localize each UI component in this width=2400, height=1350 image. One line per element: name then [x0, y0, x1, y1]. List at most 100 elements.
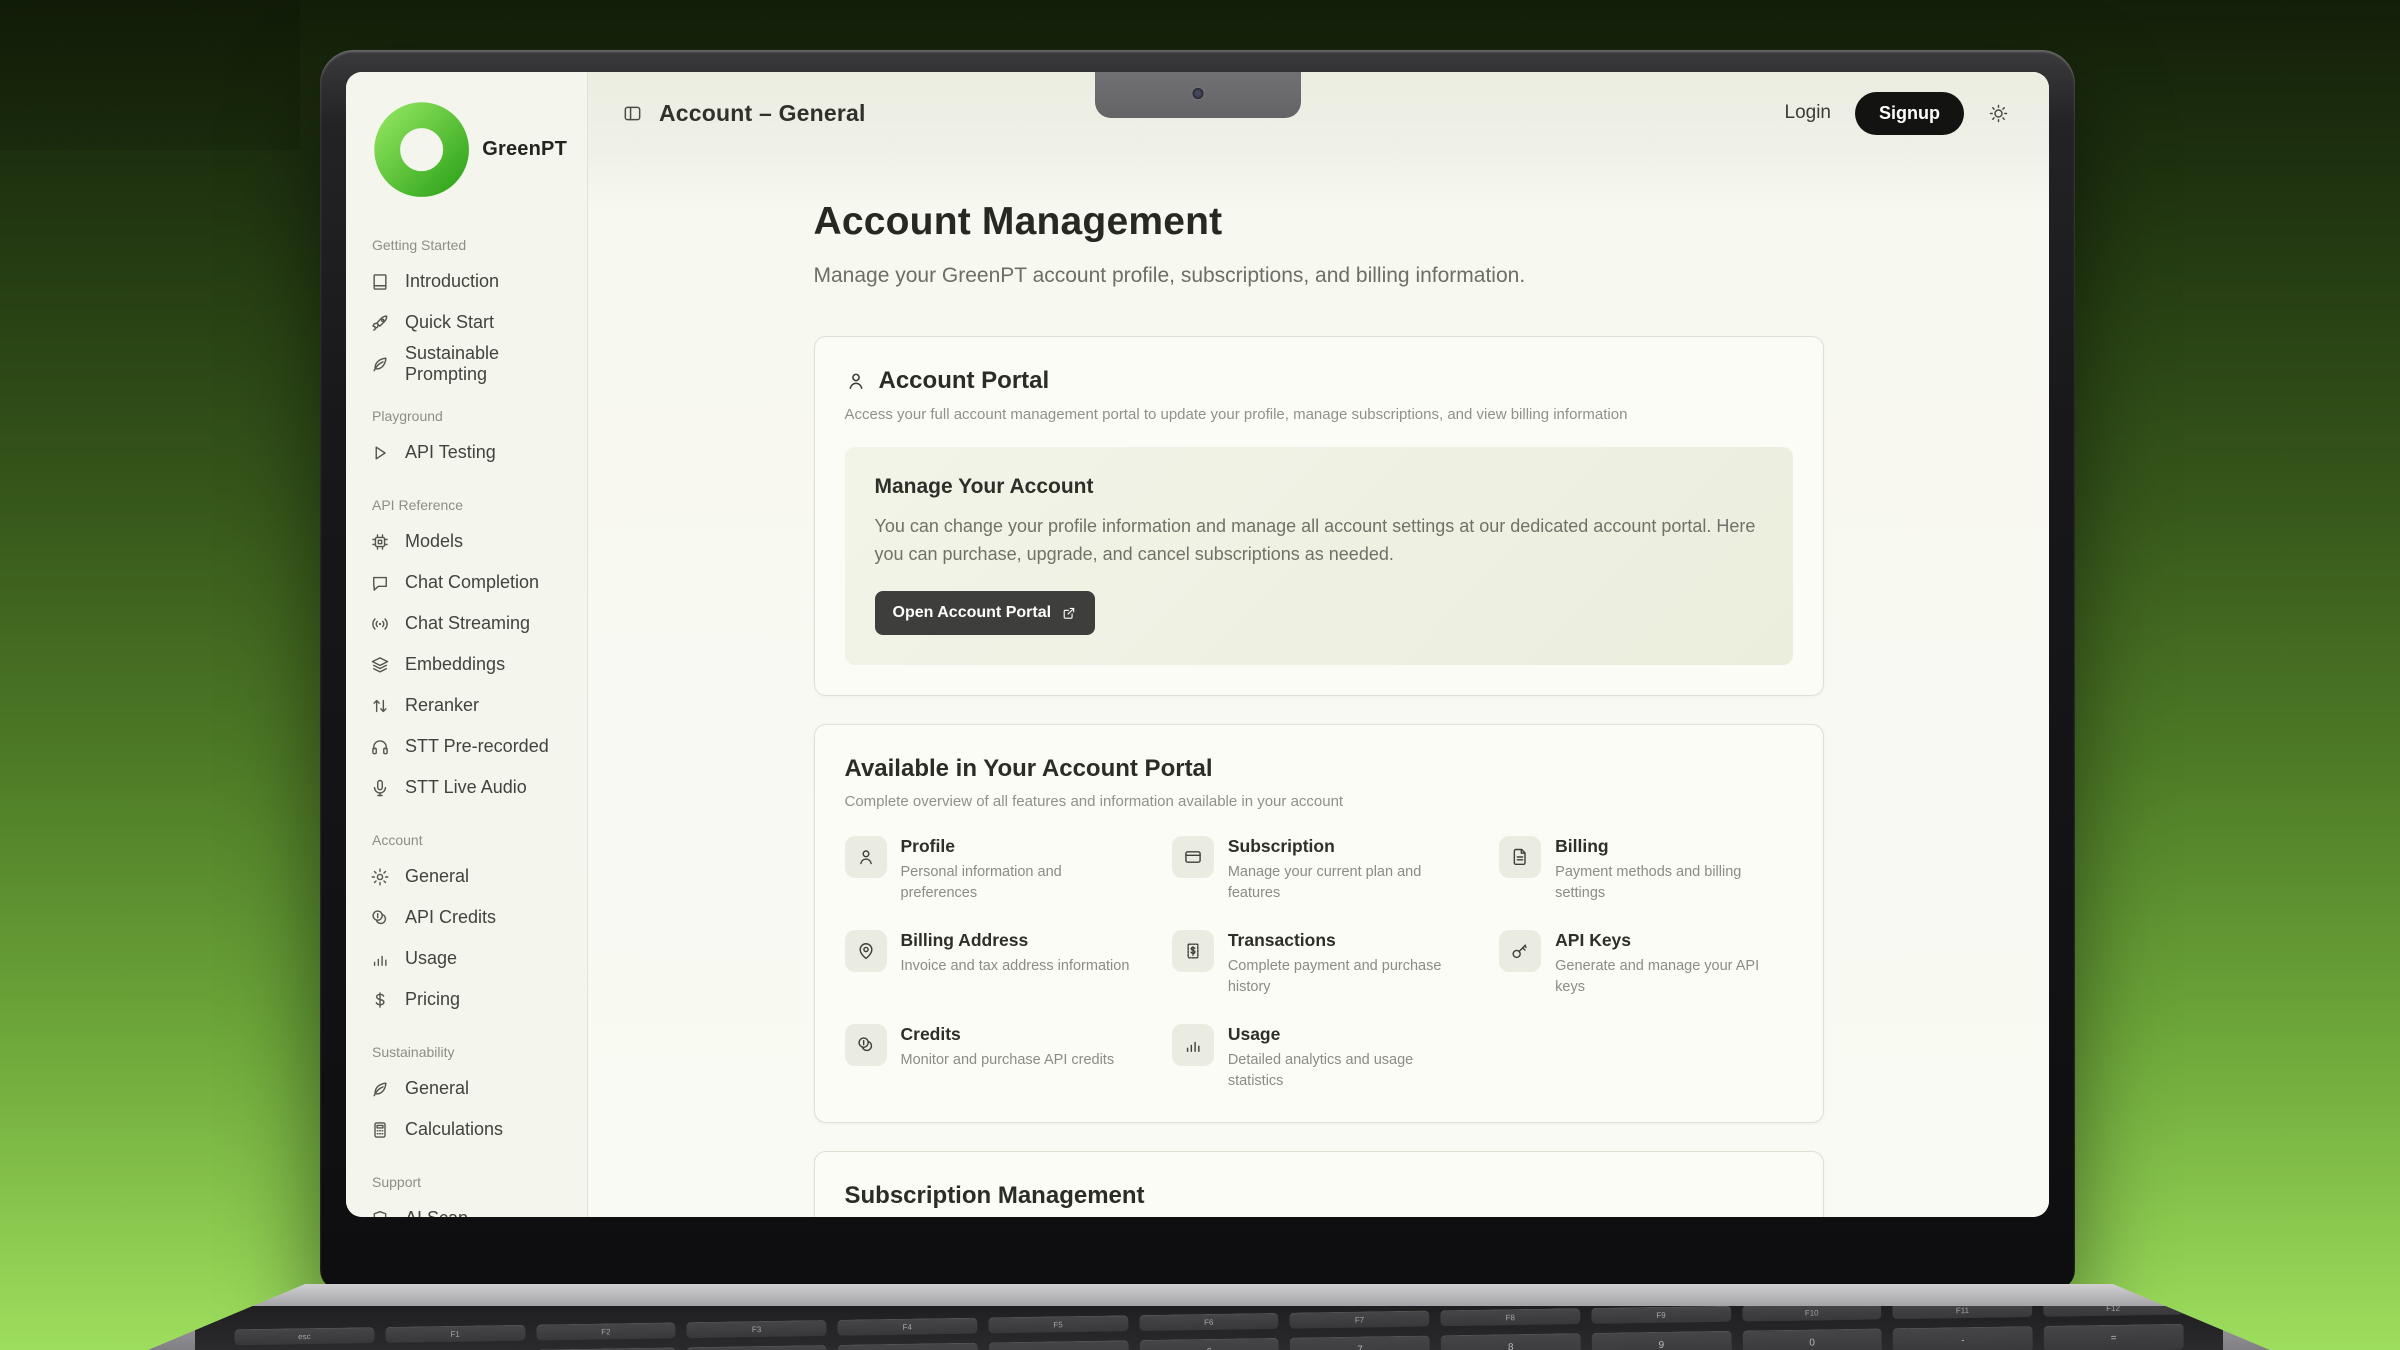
gear-icon [370, 867, 390, 887]
feature-profile: ProfilePersonal information and preferen… [845, 836, 1138, 904]
sidebar-item-label: Quick Start [405, 312, 494, 333]
leaf-icon [370, 1079, 390, 1099]
laptop-base: escF1F2F3F4F5F6F7F8F9F10F11F12`123456789… [148, 1284, 2270, 1350]
keyboard-key: F5 [988, 1315, 1128, 1333]
sun-icon[interactable] [1988, 103, 2009, 124]
external-link-icon [1061, 605, 1077, 621]
keyboard-key: F9 [1591, 1306, 1731, 1324]
feature-transactions: TransactionsComplete payment and purchas… [1172, 930, 1465, 998]
nav-section-label: Playground [370, 408, 567, 424]
feature-title: Billing [1555, 836, 1792, 857]
layers-icon [370, 655, 390, 675]
map-pin-icon [856, 941, 876, 961]
sidebar-item-label: Chat Completion [405, 572, 539, 593]
main-pane: Account – General Login Signup Account M… [588, 72, 2049, 1217]
account-portal-description: Access your full account management port… [845, 406, 1793, 423]
sidebar-item-general[interactable]: General [370, 856, 567, 897]
page-title: Account Management [814, 200, 1824, 244]
feature-billing: BillingPayment methods and billing setti… [1499, 836, 1792, 904]
nav-section-playground: Playground API Testing [370, 408, 567, 473]
sidebar-item-label: General [405, 1078, 469, 1099]
broadcast-icon [370, 614, 390, 634]
sidebar-item-quick-start[interactable]: Quick Start [370, 302, 567, 343]
keyboard-key: 5 [988, 1340, 1128, 1350]
feature-title: Profile [901, 836, 1138, 857]
keyboard-key: F2 [536, 1322, 676, 1340]
sidebar-item-introduction[interactable]: Introduction [370, 261, 567, 302]
webcam-icon [1192, 88, 1203, 99]
sidebar-item-api-credits[interactable]: API Credits [370, 897, 567, 938]
sidebar-item-stt-pre-recorded[interactable]: STT Pre-recorded [370, 726, 567, 767]
sidebar-item-label: Pricing [405, 989, 460, 1010]
sidebar-item-label: API Credits [405, 907, 496, 928]
book-icon [370, 272, 390, 292]
sidebar-item-label: Models [405, 531, 463, 552]
sidebar-nav: Getting StartedIntroductionQuick StartSu… [370, 237, 567, 1217]
sidebar-item-label: API Testing [405, 442, 496, 463]
sidebar: GreenPT Getting StartedIntroductionQuick… [346, 72, 588, 1217]
keyboard: escF1F2F3F4F5F6F7F8F9F10F11F12`123456789… [234, 1306, 2184, 1350]
coins-icon [370, 908, 390, 928]
subscription-title: Subscription Management [845, 1182, 1793, 1210]
sidebar-item-api-testing[interactable]: API Testing [370, 432, 567, 473]
sidebar-item-stt-live-audio[interactable]: STT Live Audio [370, 767, 567, 808]
credit-card-icon [1183, 847, 1203, 867]
mic-icon [370, 778, 390, 798]
sort-icon [370, 696, 390, 716]
feature-icon-box [845, 1024, 887, 1066]
sidebar-item-embeddings[interactable]: Embeddings [370, 644, 567, 685]
sidebar-item-reranker[interactable]: Reranker [370, 685, 567, 726]
sidebar-item-chat-streaming[interactable]: Chat Streaming [370, 603, 567, 644]
feature-icon-box [1172, 1024, 1214, 1066]
login-link[interactable]: Login [1785, 102, 1832, 124]
laptop-screen: GreenPT Getting StartedIntroductionQuick… [346, 72, 2049, 1217]
feature-title: API Keys [1555, 930, 1792, 951]
sidebar-item-sustainable-prompting[interactable]: Sustainable Prompting [370, 343, 567, 384]
account-portal-title: Account Portal [879, 367, 1050, 395]
open-account-portal-button[interactable]: Open Account Portal [875, 591, 1096, 635]
nav-section-label: Sustainability [370, 1044, 567, 1060]
logo[interactable]: GreenPT [370, 98, 567, 201]
file-text-icon [1510, 847, 1530, 867]
background-noise [0, 0, 300, 150]
sidebar-item-label: Usage [405, 948, 457, 969]
keyboard-key: F7 [1289, 1311, 1429, 1329]
key-icon [1510, 941, 1530, 961]
chip-icon [370, 532, 390, 552]
features-card: Available in Your Account Portal Complet… [814, 724, 1824, 1123]
feature-icon-box [1172, 930, 1214, 972]
keyboard-key: F10 [1741, 1306, 1881, 1322]
feature-api-keys: API KeysGenerate and manage your API key… [1499, 930, 1792, 998]
feature-title: Credits [901, 1024, 1115, 1045]
sidebar-item-pricing[interactable]: Pricing [370, 979, 567, 1020]
headphones-icon [370, 737, 390, 757]
feature-icon-box [1499, 930, 1541, 972]
manage-account-title: Manage Your Account [875, 475, 1763, 499]
keyboard-deck: escF1F2F3F4F5F6F7F8F9F10F11F12`123456789… [195, 1306, 2224, 1350]
nav-section-api-reference: API ReferenceModelsChat CompletionChat S… [370, 497, 567, 808]
sidebar-item-ai-scan[interactable]: AI Scan [370, 1198, 567, 1217]
sidebar-item-label: AI Scan [405, 1208, 468, 1217]
sidebar-item-calculations[interactable]: Calculations [370, 1109, 567, 1150]
calculator-icon [370, 1120, 390, 1140]
feature-description: Monitor and purchase API credits [901, 1050, 1115, 1071]
shield-icon [370, 1209, 390, 1217]
feature-description: Manage your current plan and features [1228, 862, 1465, 904]
camera-notch [1095, 72, 1301, 118]
open-account-portal-label: Open Account Portal [893, 604, 1052, 622]
keyboard-key: F3 [686, 1320, 826, 1338]
logo-text: GreenPT [482, 138, 567, 161]
sidebar-item-general[interactable]: General [370, 1068, 567, 1109]
sidebar-item-usage[interactable]: Usage [370, 938, 567, 979]
sidebar-item-label: Calculations [405, 1119, 503, 1140]
breadcrumb: Account – General [659, 100, 866, 127]
sidebar-item-chat-completion[interactable]: Chat Completion [370, 562, 567, 603]
signup-button[interactable]: Signup [1855, 92, 1964, 135]
sidebar-item-models[interactable]: Models [370, 521, 567, 562]
sidebar-toggle-icon[interactable] [622, 103, 643, 124]
feature-subscription: SubscriptionManage your current plan and… [1172, 836, 1465, 904]
keyboard-key: 6 [1139, 1338, 1279, 1350]
feature-description: Complete payment and purchase history [1228, 956, 1465, 998]
chat-icon [370, 573, 390, 593]
sidebar-item-label: Embeddings [405, 654, 505, 675]
